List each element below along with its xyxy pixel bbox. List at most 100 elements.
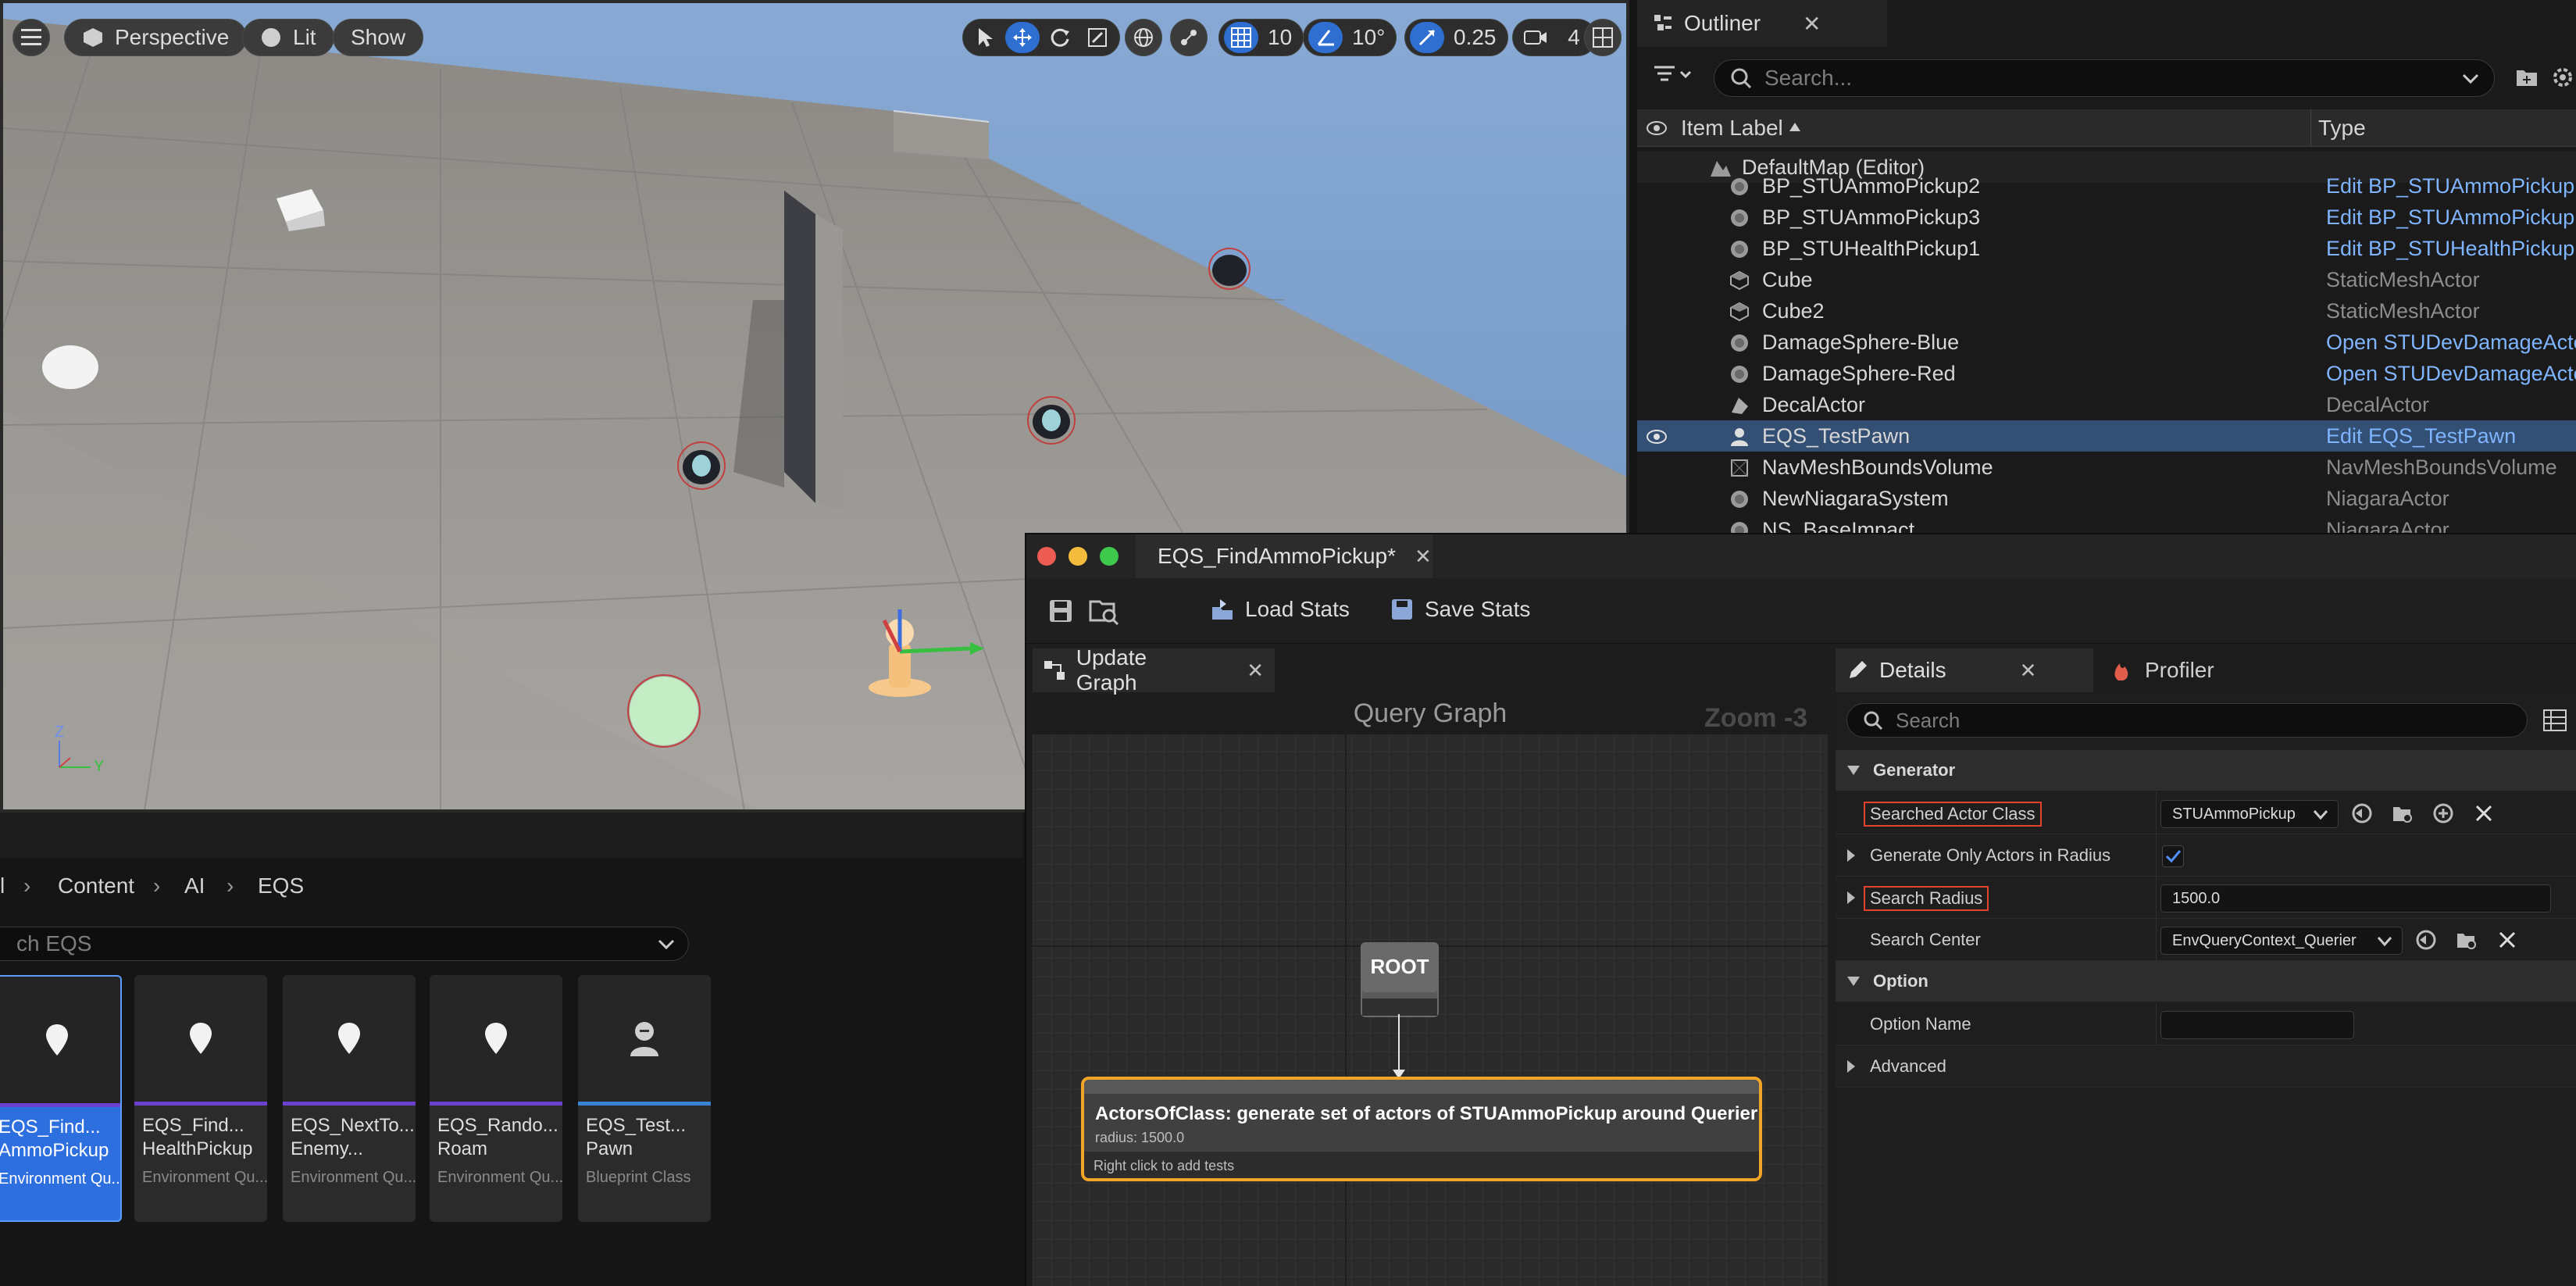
- category-advanced[interactable]: Advanced: [1836, 1045, 2576, 1088]
- outliner-row[interactable]: EQS_TestPawn Edit EQS_TestPawn: [1637, 420, 2576, 452]
- close-icon[interactable]: ✕: [1415, 545, 1432, 569]
- outliner-item-type[interactable]: Edit BP_STUHealthPickup: [2326, 237, 2574, 261]
- asset-tile[interactable]: EQS_Find... HealthPickup Environment Qu.…: [134, 975, 267, 1222]
- root-node[interactable]: ROOT: [1361, 942, 1439, 1017]
- column-item-label[interactable]: Item Label: [1681, 116, 1783, 141]
- outliner-settings-button[interactable]: [2551, 66, 2574, 89]
- asset-tile[interactable]: EQS_Test... Pawn Blueprint Class: [578, 975, 711, 1222]
- tab-update-graph[interactable]: Update Graph ✕: [1033, 645, 1275, 695]
- visibility-eye-icon[interactable]: [1645, 119, 1668, 138]
- outliner-row[interactable]: BP_STUAmmoPickup2 Edit BP_STUAmmoPickup: [1637, 170, 2576, 202]
- column-divider[interactable]: [2156, 1003, 2157, 1045]
- tab-details[interactable]: Details ✕: [1836, 648, 2093, 692]
- outliner-row[interactable]: NS_BaseImpact NiagaraActor: [1637, 514, 2576, 533]
- filter-button[interactable]: [1653, 63, 1697, 88]
- outliner-item-type[interactable]: Edit EQS_TestPawn: [2326, 424, 2516, 448]
- chevron-right-icon[interactable]: [1846, 891, 1856, 905]
- generator-node[interactable]: ActorsOfClass: generate set of actors of…: [1081, 1077, 1762, 1181]
- column-divider[interactable]: [2310, 109, 2311, 147]
- add-folder-button[interactable]: [2515, 66, 2539, 88]
- generator-input-pin[interactable]: [1084, 1080, 1759, 1094]
- save-icon[interactable]: [1048, 598, 1073, 623]
- column-divider[interactable]: [2156, 834, 2157, 877]
- rotation-snap-value[interactable]: 10°: [1346, 22, 1391, 53]
- outliner-row[interactable]: DecalActor DecalActor: [1637, 389, 2576, 420]
- breadcrumb-ai[interactable]: AI: [184, 873, 205, 898]
- outliner-item-type[interactable]: Edit BP_STUAmmoPickup: [2326, 174, 2574, 198]
- generator-tests-area[interactable]: Right click to add tests: [1084, 1152, 1759, 1178]
- outliner-row[interactable]: Cube StaticMeshActor: [1637, 264, 2576, 295]
- add-plus-icon[interactable]: [2432, 802, 2454, 824]
- outliner-row[interactable]: BP_STUAmmoPickup3 Edit BP_STUAmmoPickup: [1637, 202, 2576, 233]
- translate-tool-button[interactable]: [1005, 22, 1040, 53]
- close-icon[interactable]: ✕: [1803, 11, 1821, 37]
- view-mode-button[interactable]: Perspective: [64, 19, 248, 56]
- outliner-row[interactable]: NavMeshBoundsVolume NavMeshBoundsVolume: [1637, 452, 2576, 483]
- tab-eqs-findammopickup[interactable]: EQS_FindAmmoPickup* ✕: [1136, 534, 1432, 578]
- outliner-row[interactable]: Cube2 StaticMeshActor: [1637, 295, 2576, 327]
- outliner-row[interactable]: BP_STUHealthPickup1 Edit BP_STUHealthPick…: [1637, 233, 2576, 264]
- column-divider[interactable]: [2156, 877, 2157, 919]
- lighting-mode-button[interactable]: Lit: [242, 19, 334, 56]
- minimize-window-button[interactable]: [1069, 547, 1087, 566]
- rotate-tool-button[interactable]: [1043, 22, 1077, 53]
- breadcrumb-root[interactable]: l: [0, 873, 5, 898]
- outliner-row[interactable]: DamageSphere-Blue Open STUDevDamageActor: [1637, 327, 2576, 358]
- outliner-search-input[interactable]: Search...: [1714, 59, 2495, 97]
- browse-asset-icon[interactable]: [1089, 597, 1120, 625]
- outliner-item-type[interactable]: Edit BP_STUAmmoPickup: [2326, 205, 2574, 230]
- viewport-layout-button[interactable]: [1584, 19, 1622, 56]
- camera-speed-toggle[interactable]: [1518, 22, 1554, 53]
- chevron-right-icon[interactable]: [1846, 848, 1856, 863]
- tab-profiler[interactable]: Profiler: [2101, 648, 2224, 692]
- asset-tile[interactable]: EQS_Rando... Roam Environment Qu...: [430, 975, 562, 1222]
- surface-snap-button[interactable]: [1170, 19, 1208, 56]
- outliner-row[interactable]: DamageSphere-Red Open STUDevDamageActor: [1637, 358, 2576, 389]
- search-radius-input[interactable]: 1500.0: [2160, 884, 2551, 913]
- column-divider[interactable]: [2156, 792, 2157, 834]
- generate-only-checkbox[interactable]: [2162, 845, 2184, 867]
- grid-snap-toggle[interactable]: [1224, 22, 1258, 53]
- close-icon[interactable]: ✕: [2020, 659, 2037, 683]
- column-divider[interactable]: [2156, 919, 2157, 961]
- viewport-menu-button[interactable]: [12, 19, 50, 56]
- option-name-input[interactable]: [2160, 1011, 2354, 1039]
- scale-snap-group[interactable]: 0.25: [1404, 19, 1508, 56]
- close-window-button[interactable]: [1037, 547, 1056, 566]
- searched-actor-class-dropdown[interactable]: STUAmmoPickup: [2160, 800, 2339, 828]
- property-matrix-icon[interactable]: [2543, 709, 2567, 731]
- use-selected-icon[interactable]: [2351, 802, 2373, 824]
- clear-x-icon[interactable]: [2473, 802, 2495, 824]
- scale-tool-button[interactable]: [1080, 22, 1115, 53]
- grid-snap-group[interactable]: 10: [1218, 19, 1304, 56]
- outliner-row[interactable]: NewNiagaraSystem NiagaraActor: [1637, 483, 2576, 514]
- clear-x-icon[interactable]: [2496, 929, 2518, 951]
- select-tool-button[interactable]: [968, 22, 1002, 53]
- load-stats-button[interactable]: Load Stats: [1211, 597, 1350, 622]
- save-stats-button[interactable]: Save Stats: [1390, 597, 1530, 622]
- tab-outliner[interactable]: Outliner ✕: [1637, 0, 1887, 47]
- browse-folder-icon[interactable]: [2392, 802, 2414, 824]
- browse-folder-icon[interactable]: [2456, 929, 2478, 951]
- rotation-snap-toggle[interactable]: [1308, 22, 1343, 53]
- column-type[interactable]: Type: [2318, 116, 2366, 141]
- breadcrumb-eqs[interactable]: EQS: [258, 873, 304, 898]
- use-selected-icon[interactable]: [2415, 929, 2437, 951]
- outliner-item-type[interactable]: Open STUDevDamageActor: [2326, 362, 2576, 386]
- asset-tile[interactable]: EQS_NextTo... Enemy... Environment Qu...: [283, 975, 416, 1222]
- content-search-input[interactable]: ch EQS: [0, 927, 689, 961]
- world-local-toggle[interactable]: [1125, 19, 1162, 56]
- category-option[interactable]: Option: [1836, 961, 2576, 1002]
- details-search-input[interactable]: Search: [1846, 703, 2528, 738]
- grid-snap-value[interactable]: 10: [1261, 22, 1298, 53]
- root-output-pin[interactable]: [1362, 998, 1437, 1016]
- asset-tile[interactable]: EQS_Find... AmmoPickup Environment Qu...: [0, 975, 122, 1222]
- category-generator[interactable]: Generator: [1836, 750, 2576, 791]
- close-icon[interactable]: ✕: [1247, 659, 1264, 683]
- visibility-eye-icon[interactable]: [1645, 428, 1668, 445]
- scale-snap-value[interactable]: 0.25: [1447, 22, 1503, 53]
- breadcrumb-content[interactable]: Content: [58, 873, 134, 898]
- rotation-snap-group[interactable]: 10°: [1303, 19, 1397, 56]
- search-center-dropdown[interactable]: EnvQueryContext_Querier: [2160, 927, 2403, 955]
- maximize-window-button[interactable]: [1100, 547, 1119, 566]
